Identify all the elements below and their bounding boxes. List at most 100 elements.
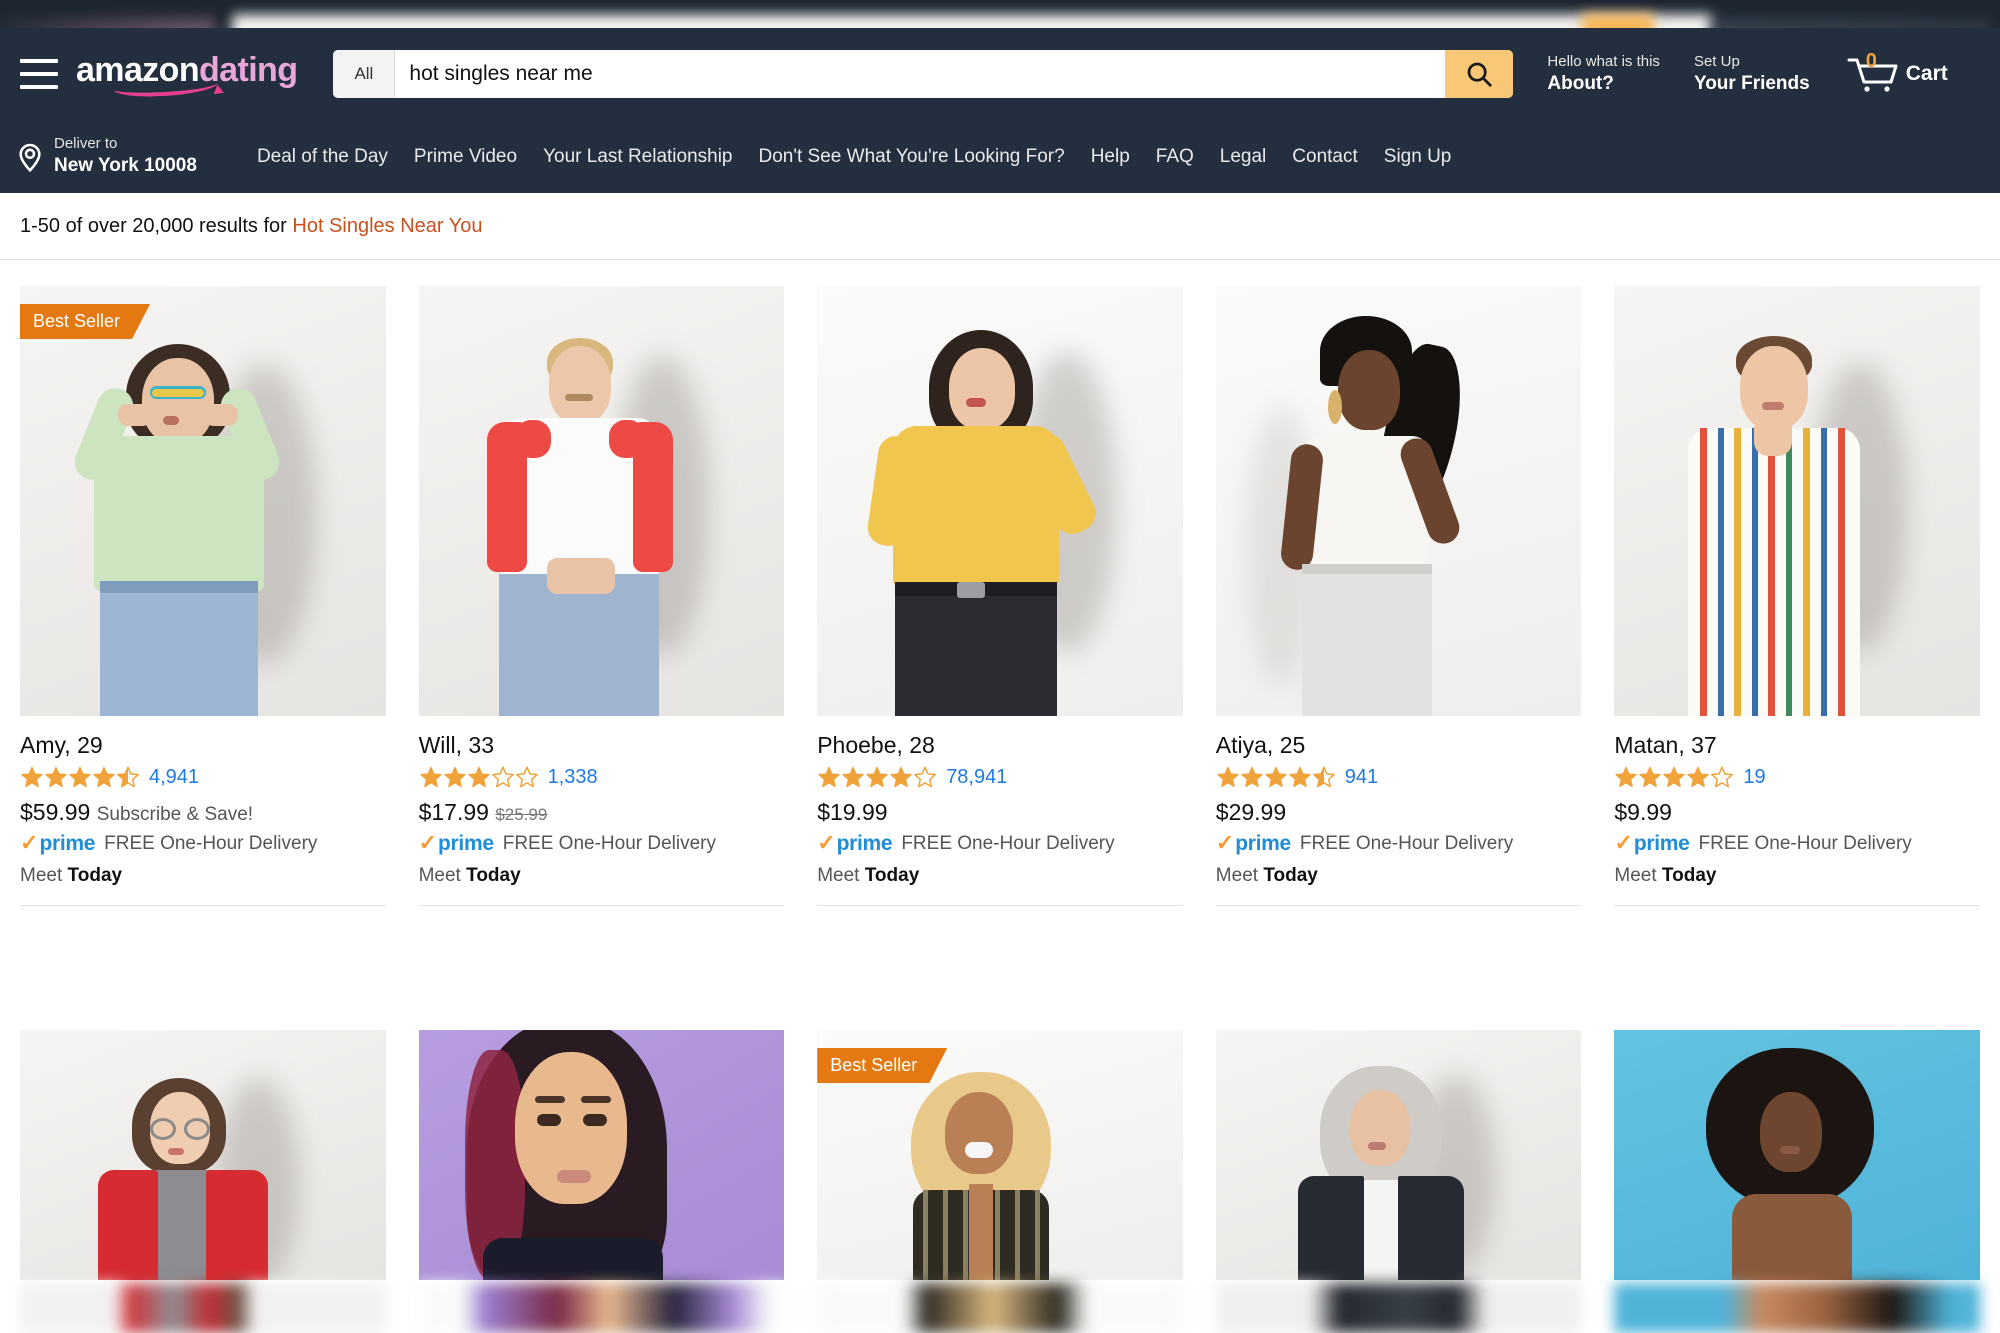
profile-photo[interactable] bbox=[1614, 1030, 1980, 1280]
profile-card[interactable] bbox=[1614, 1030, 1980, 1280]
meet-prefix: Meet bbox=[1614, 865, 1662, 886]
profile-details: Will, 33 1,338 $17.99 $25.99 ✓ prime FREE… bbox=[418, 716, 785, 906]
price-note: Subscribe & Save! bbox=[96, 804, 254, 825]
nav-link-your-last-relationship[interactable]: Your Last Relationship bbox=[543, 146, 732, 168]
search-button[interactable] bbox=[1445, 50, 1514, 98]
prime-row: ✓ prime FREE One-Hour Delivery bbox=[20, 832, 386, 856]
about-link[interactable]: Hello what is this About? bbox=[1547, 53, 1660, 94]
profile-name[interactable]: Will, 33 bbox=[419, 732, 785, 759]
shipping-text: FREE One-Hour Delivery bbox=[1299, 833, 1514, 854]
deliver-to-label: Deliver to bbox=[54, 135, 118, 153]
meet-value: Today bbox=[466, 865, 521, 886]
profile-card[interactable]: Matan, 37 19 $9.99 ✓ prime FREE One-Hour … bbox=[1614, 286, 1980, 906]
price-current: $9.99 bbox=[1614, 799, 1672, 825]
meet-row: Meet Today bbox=[1216, 865, 1582, 887]
cart-button[interactable]: 0 Cart bbox=[1846, 50, 1948, 96]
site-header: amazondating All Hello what is this Abou… bbox=[0, 28, 2000, 193]
results-grid-row-1: Best Seller Amy, 29 4,941 $59.99 Subscri… bbox=[0, 286, 2000, 906]
rating-row[interactable]: 78,941 bbox=[817, 765, 1183, 789]
review-count[interactable]: 1,338 bbox=[548, 766, 598, 789]
profile-photo[interactable] bbox=[418, 286, 785, 716]
profile-photo[interactable] bbox=[20, 1030, 386, 1280]
profile-card[interactable] bbox=[20, 1030, 386, 1280]
profile-name[interactable]: Amy, 29 bbox=[20, 732, 386, 759]
profile-card[interactable] bbox=[1215, 1030, 1582, 1280]
results-grid-row-2: Best Seller bbox=[0, 1030, 2000, 1280]
search-category-dropdown[interactable]: All bbox=[333, 50, 396, 98]
photo-woman-white-crop-top-braids bbox=[1216, 286, 1582, 716]
photo-woman-green-cardigan-sunglasses bbox=[20, 286, 386, 716]
prime-label: prime bbox=[836, 832, 893, 855]
nav-link-sign-up[interactable]: Sign Up bbox=[1384, 146, 1452, 168]
rating-row[interactable]: 19 bbox=[1614, 765, 1980, 789]
profile-name[interactable]: Atiya, 25 bbox=[1216, 732, 1582, 759]
profile-photo[interactable]: Best Seller bbox=[20, 286, 386, 716]
check-icon: ✓ bbox=[418, 830, 438, 855]
prime-label: prime bbox=[39, 832, 96, 855]
check-icon: ✓ bbox=[1215, 830, 1235, 855]
nav-link-faq[interactable]: FAQ bbox=[1156, 146, 1194, 168]
profile-details: Phoebe, 28 78,941 $19.99 ✓ prime FREE One… bbox=[817, 716, 1183, 906]
profile-details: Amy, 29 4,941 $59.99 Subscribe & Save! ✓… bbox=[20, 716, 386, 906]
profile-details: Atiya, 25 941 $29.99 ✓ prime FREE One-Hou… bbox=[1215, 716, 1582, 906]
profile-card[interactable]: Phoebe, 28 78,941 $19.99 ✓ prime FREE One… bbox=[817, 286, 1183, 906]
meet-value: Today bbox=[67, 865, 123, 886]
review-count[interactable]: 941 bbox=[1345, 766, 1378, 789]
hamburger-menu-icon[interactable] bbox=[20, 59, 58, 89]
price-row: $29.99 bbox=[1216, 799, 1582, 826]
rating-row[interactable]: 4,941 bbox=[20, 765, 386, 789]
price-current: $59.99 bbox=[20, 799, 91, 825]
profile-card[interactable]: Best Seller bbox=[817, 1030, 1183, 1280]
profile-photo[interactable]: Best Seller bbox=[817, 1030, 1183, 1280]
star-rating-icon bbox=[1614, 765, 1734, 789]
prime-label: prime bbox=[438, 832, 494, 855]
prime-label: prime bbox=[1235, 832, 1291, 855]
photo-woman-afro-blue-backdrop bbox=[1614, 1030, 1980, 1280]
profile-card[interactable]: Will, 33 1,338 $17.99 $25.99 ✓ prime FREE… bbox=[418, 286, 785, 906]
nav-link-legal[interactable]: Legal bbox=[1220, 146, 1267, 168]
profile-name[interactable]: Phoebe, 28 bbox=[817, 732, 1183, 759]
meet-row: Meet Today bbox=[817, 865, 1183, 887]
profile-photo[interactable] bbox=[1215, 286, 1582, 716]
about-line2: About? bbox=[1547, 72, 1614, 94]
search-input[interactable] bbox=[395, 50, 1446, 98]
results-query[interactable]: Hot Singles Near You bbox=[292, 215, 482, 237]
nav-link-contact[interactable]: Contact bbox=[1292, 146, 1357, 168]
primary-nav: Deal of the Day Prime Video Your Last Re… bbox=[257, 146, 1477, 168]
profile-details: Matan, 37 19 $9.99 ✓ prime FREE One-Hour … bbox=[1614, 716, 1980, 906]
profile-card[interactable] bbox=[418, 1030, 785, 1280]
profile-card[interactable]: Atiya, 25 941 $29.99 ✓ prime FREE One-Hou… bbox=[1215, 286, 1582, 906]
rating-row[interactable]: 941 bbox=[1216, 765, 1582, 789]
star-rating-icon bbox=[1216, 765, 1336, 789]
review-count[interactable]: 78,941 bbox=[946, 766, 1007, 789]
results-summary-bar: 1-50 of over 20,000 results for Hot Sing… bbox=[0, 193, 2000, 260]
nav-link-dont-see-what-youre-looking-for[interactable]: Don't See What You're Looking For? bbox=[759, 146, 1065, 168]
profile-photo[interactable] bbox=[418, 1030, 785, 1280]
profile-photo[interactable] bbox=[817, 286, 1183, 716]
prime-row: ✓ prime FREE One-Hour Delivery bbox=[419, 832, 785, 856]
nav-link-help[interactable]: Help bbox=[1091, 146, 1130, 168]
set-up-friends-link[interactable]: Set Up Your Friends bbox=[1694, 53, 1810, 94]
profile-card[interactable]: Best Seller Amy, 29 4,941 $59.99 Subscri… bbox=[20, 286, 386, 906]
prime-badge: ✓ prime bbox=[1614, 832, 1689, 856]
photo-woman-grey-hair-denim-jacket bbox=[1216, 1030, 1582, 1280]
nav-link-deal-of-the-day[interactable]: Deal of the Day bbox=[257, 146, 388, 168]
friends-line1: Set Up bbox=[1693, 53, 1740, 71]
site-logo[interactable]: amazondating bbox=[76, 51, 298, 98]
deliver-to-button[interactable]: Deliver to New York 10008 bbox=[14, 135, 197, 178]
rating-row[interactable]: 1,338 bbox=[419, 765, 785, 789]
check-icon: ✓ bbox=[20, 830, 39, 855]
prime-badge: ✓ prime bbox=[1216, 832, 1291, 856]
review-count[interactable]: 19 bbox=[1743, 766, 1765, 789]
profile-name[interactable]: Matan, 37 bbox=[1614, 732, 1980, 759]
meet-value: Today bbox=[1661, 865, 1717, 886]
nav-link-prime-video[interactable]: Prime Video bbox=[414, 146, 517, 168]
results-summary-text: 1-50 of over 20,000 results for Hot Sing… bbox=[20, 215, 483, 238]
meet-prefix: Meet bbox=[1215, 865, 1264, 886]
photo-woman-red-blazer-glasses bbox=[20, 1030, 386, 1280]
header-bottom-row: Deliver to New York 10008 Deal of the Da… bbox=[0, 120, 2000, 193]
meet-row: Meet Today bbox=[419, 865, 785, 887]
profile-photo[interactable] bbox=[1215, 1030, 1582, 1280]
profile-photo[interactable] bbox=[1614, 286, 1980, 716]
review-count[interactable]: 4,941 bbox=[149, 766, 199, 789]
